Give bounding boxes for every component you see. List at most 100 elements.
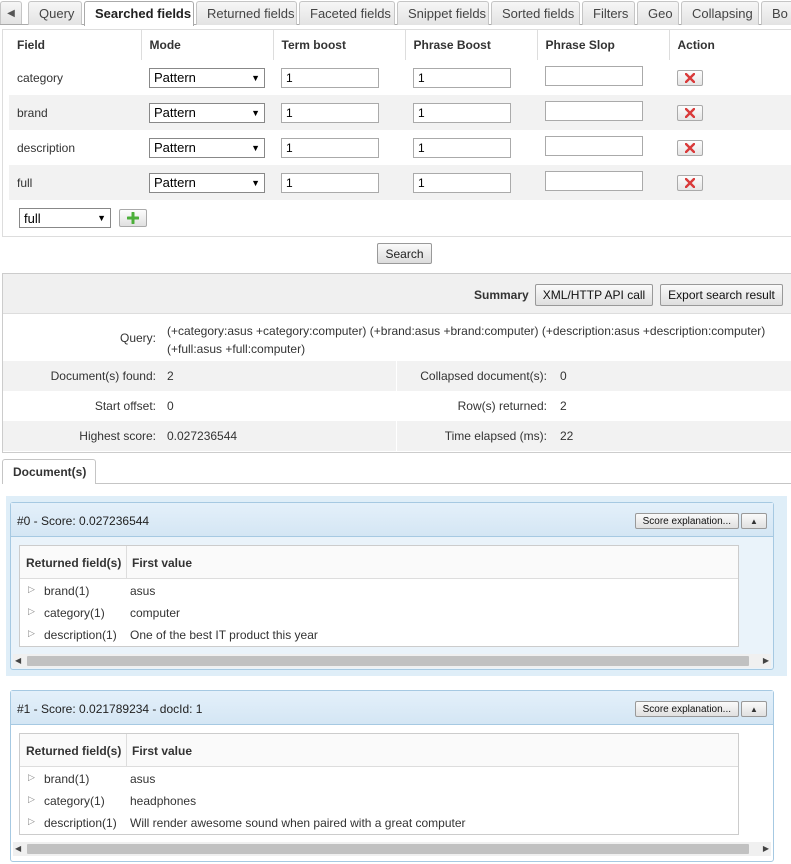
triangle-up-icon: ▲ bbox=[750, 704, 758, 714]
delete-field-button[interactable] bbox=[677, 139, 703, 156]
summary-panel: Summary XML/HTTP API call Export search … bbox=[2, 273, 791, 453]
scroll-right-icon[interactable]: ▶ bbox=[763, 656, 769, 665]
table-row: full Pattern ▼ 1 1 bbox=[9, 165, 791, 200]
triangle-right-icon[interactable]: ▷ bbox=[28, 628, 35, 639]
delete-field-button[interactable] bbox=[677, 174, 703, 191]
tab-sorted-fields[interactable]: Sorted fields bbox=[491, 1, 580, 25]
returned-field-value: headphones bbox=[130, 794, 197, 808]
phrase-boost-input[interactable]: 1 bbox=[413, 102, 511, 123]
phrase-boost-input[interactable]: 1 bbox=[413, 172, 511, 193]
mode-select[interactable]: Pattern ▼ bbox=[149, 102, 265, 123]
term-boost-input[interactable]: 1 bbox=[281, 67, 379, 88]
column-header-returned-fields: Returned field(s) bbox=[26, 744, 122, 758]
scrollbar-thumb[interactable] bbox=[27, 844, 749, 854]
score-explanation-button[interactable]: Score explanation... bbox=[634, 701, 739, 717]
table-row: brand Pattern ▼ 1 1 bbox=[9, 95, 791, 130]
scroll-left-icon[interactable]: ◀ bbox=[15, 656, 21, 665]
dropdown-arrow-icon: ▼ bbox=[251, 72, 260, 83]
tab-faceted-fields[interactable]: Faceted fields bbox=[299, 1, 395, 25]
searched-fields-table: Field Mode Term boost Phrase Boost Phras… bbox=[9, 30, 791, 200]
docs-found-value: 2 bbox=[167, 369, 174, 383]
phrase-slop-input[interactable] bbox=[545, 136, 643, 156]
collapse-button[interactable]: ▲ bbox=[741, 701, 767, 717]
triangle-right-icon[interactable]: ▷ bbox=[28, 794, 35, 805]
tab-filters[interactable]: Filters bbox=[582, 1, 635, 25]
phrase-slop-input[interactable] bbox=[545, 171, 643, 191]
tab-returned-fields[interactable]: Returned fields bbox=[196, 1, 297, 25]
horizontal-scrollbar[interactable]: ◀ ▶ bbox=[13, 654, 771, 668]
dropdown-arrow-icon: ▼ bbox=[251, 177, 260, 188]
summary-label: Summary bbox=[474, 288, 529, 302]
red-x-icon bbox=[685, 177, 695, 188]
collapse-button[interactable]: ▲ bbox=[741, 513, 767, 529]
table-row[interactable]: ▷ description(1) One of the best IT prod… bbox=[20, 624, 738, 646]
mode-select[interactable]: Pattern ▼ bbox=[149, 172, 265, 193]
export-search-result-button[interactable]: Export search result bbox=[660, 284, 783, 306]
term-boost-input[interactable]: 1 bbox=[281, 137, 379, 158]
tab-scroll-left-button[interactable]: ◀ bbox=[0, 1, 22, 24]
returned-field-value: Will render awesome sound when paired wi… bbox=[130, 816, 466, 830]
mode-select-value: Pattern bbox=[154, 70, 196, 85]
score-explanation-button[interactable]: Score explanation... bbox=[634, 513, 739, 529]
document-card-1[interactable]: #1 - Score: 0.021789234 - docId: 1 Score… bbox=[10, 690, 774, 862]
tab-collapsing[interactable]: Collapsing bbox=[681, 1, 759, 25]
delete-field-button[interactable] bbox=[677, 69, 703, 86]
triangle-right-icon[interactable]: ▷ bbox=[28, 816, 35, 827]
table-row[interactable]: ▷ category(1) computer bbox=[20, 602, 738, 624]
chevron-left-icon: ◀ bbox=[7, 7, 15, 19]
red-x-icon bbox=[685, 107, 695, 118]
tab-query[interactable]: Query bbox=[28, 1, 82, 25]
divider bbox=[126, 734, 127, 767]
triangle-right-icon[interactable]: ▷ bbox=[28, 606, 35, 617]
horizontal-scrollbar[interactable]: ◀ ▶ bbox=[13, 842, 771, 856]
new-field-select[interactable]: full ▼ bbox=[19, 208, 111, 228]
returned-field-name: description(1) bbox=[44, 628, 117, 642]
tab-bo[interactable]: Bo bbox=[761, 1, 791, 25]
query-label: Query: bbox=[119, 331, 156, 345]
column-header-action: Action bbox=[668, 30, 791, 60]
tab-geo[interactable]: Geo bbox=[637, 1, 679, 25]
table-row: description Pattern ▼ 1 1 bbox=[9, 130, 791, 165]
phrase-slop-input[interactable] bbox=[545, 101, 643, 121]
phrase-slop-input[interactable] bbox=[545, 66, 643, 86]
table-row[interactable]: ▷ description(1) Will render awesome sou… bbox=[20, 812, 738, 834]
phrase-boost-input[interactable]: 1 bbox=[413, 67, 511, 88]
rows-returned-value: 2 bbox=[560, 399, 567, 413]
term-boost-input[interactable]: 1 bbox=[281, 102, 379, 123]
field-name: category bbox=[9, 60, 141, 95]
scrollbar-thumb[interactable] bbox=[27, 656, 749, 666]
tab-documents[interactable]: Document(s) bbox=[2, 459, 96, 484]
scroll-left-icon[interactable]: ◀ bbox=[15, 844, 21, 853]
returned-field-name: brand(1) bbox=[44, 584, 90, 598]
term-boost-input[interactable]: 1 bbox=[281, 172, 379, 193]
document-card-0[interactable]: #0 - Score: 0.027236544 Score explanatio… bbox=[10, 502, 774, 670]
returned-field-value: asus bbox=[130, 584, 156, 598]
red-x-icon bbox=[685, 142, 695, 153]
mode-select-value: Pattern bbox=[154, 175, 196, 190]
mode-select[interactable]: Pattern ▼ bbox=[149, 67, 265, 88]
triangle-right-icon[interactable]: ▷ bbox=[28, 584, 35, 595]
returned-field-value: One of the best IT product this year bbox=[130, 628, 318, 642]
table-header-row: Returned field(s) First value bbox=[20, 546, 738, 579]
mode-select[interactable]: Pattern ▼ bbox=[149, 137, 265, 158]
search-button[interactable]: Search bbox=[377, 243, 432, 264]
triangle-right-icon[interactable]: ▷ bbox=[28, 772, 35, 783]
tab-searched-fields[interactable]: Searched fields bbox=[84, 1, 194, 26]
dropdown-arrow-icon: ▼ bbox=[251, 107, 260, 118]
column-header-returned-fields: Returned field(s) bbox=[26, 556, 122, 570]
green-plus-icon bbox=[127, 212, 139, 224]
phrase-boost-input[interactable]: 1 bbox=[413, 137, 511, 158]
xml-http-api-call-button[interactable]: XML/HTTP API call bbox=[535, 284, 653, 306]
scroll-right-icon[interactable]: ▶ bbox=[763, 844, 769, 853]
tab-snippet-fields[interactable]: Snippet fields bbox=[397, 1, 489, 25]
table-row[interactable]: ▷ brand(1) asus bbox=[20, 580, 738, 602]
returned-fields-table: Returned field(s) First value ▷ brand(1)… bbox=[19, 733, 739, 835]
tab-bar: ◀ Query Searched fields Returned fields … bbox=[0, 0, 791, 26]
table-row[interactable]: ▷ category(1) headphones bbox=[20, 790, 738, 812]
collapsed-docs-value: 0 bbox=[560, 369, 567, 383]
summary-row-docs: Document(s) found: 2 Collapsed document(… bbox=[3, 361, 791, 391]
table-row[interactable]: ▷ brand(1) asus bbox=[20, 768, 738, 790]
add-field-button[interactable] bbox=[119, 209, 147, 227]
delete-field-button[interactable] bbox=[677, 104, 703, 121]
triangle-up-icon: ▲ bbox=[750, 516, 758, 526]
